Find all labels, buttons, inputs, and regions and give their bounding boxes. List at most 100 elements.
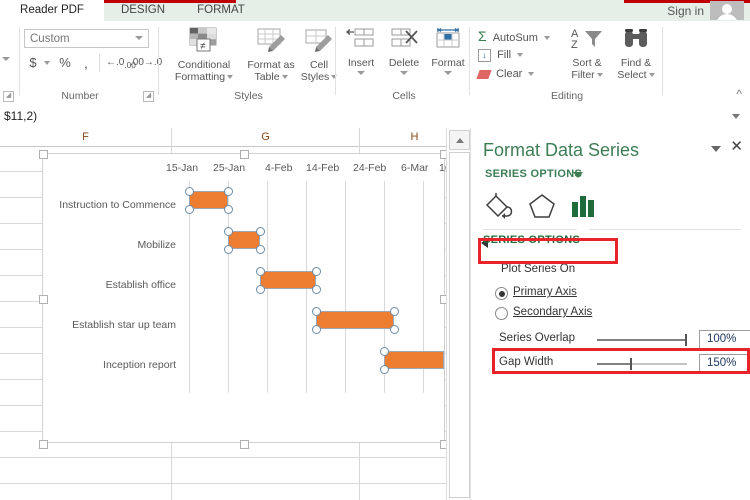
- decrease-decimal-button[interactable]: ←.0.00: [106, 53, 136, 73]
- series-handle[interactable]: [312, 325, 321, 334]
- number-format-prev-caret-icon[interactable]: [2, 57, 10, 61]
- radio-secondary-axis[interactable]: Secondary Axis: [495, 306, 592, 320]
- grid-row[interactable]: [0, 458, 470, 484]
- series-handle[interactable]: [312, 285, 321, 294]
- fill-button[interactable]: ↓ Fill: [478, 47, 524, 64]
- formula-bar[interactable]: $11,2): [0, 105, 750, 129]
- ribbon-group-cells: Insert Delete Format Cells: [337, 21, 471, 105]
- series-handle[interactable]: [224, 187, 233, 196]
- radio-indicator[interactable]: [495, 287, 508, 300]
- format-cells-label: Format: [431, 57, 465, 69]
- prev-group-dialog-launcher[interactable]: ◢: [3, 91, 14, 102]
- gantt-bar[interactable]: [316, 311, 394, 329]
- chart-resize-handle-s[interactable]: [240, 440, 249, 449]
- chevron-down-icon: [135, 36, 143, 40]
- insert-cells-icon: [341, 27, 381, 54]
- insert-cells-button[interactable]: Insert: [341, 27, 381, 75]
- format-as-table-button[interactable]: Format as Table: [243, 27, 299, 83]
- highlight-box-series-options: [478, 238, 618, 264]
- worksheet-grid[interactable]: F G H 15-Jan 25-Jan 4-Feb 14-Feb 24-Feb …: [0, 128, 470, 500]
- gantt-bar[interactable]: [228, 231, 260, 249]
- comma-format-button[interactable]: ,: [78, 53, 94, 73]
- series-handle[interactable]: [224, 205, 233, 214]
- pane-close-icon[interactable]: ✕: [730, 139, 743, 154]
- gantt-bar[interactable]: [260, 271, 316, 289]
- gantt-bar[interactable]: [384, 351, 444, 369]
- increase-decimal-button[interactable]: .00→.0: [130, 53, 162, 73]
- series-handle[interactable]: [390, 325, 399, 334]
- group-label-cells: Cells: [392, 90, 416, 102]
- conditional-formatting-button[interactable]: ≠ Conditional Formatting: [167, 27, 241, 83]
- chart-plot-area[interactable]: 15-Jan 25-Jan 4-Feb 14-Feb 24-Feb 6-Mar …: [43, 154, 470, 444]
- series-handle[interactable]: [380, 347, 389, 356]
- pane-subtitle[interactable]: SERIES OPTIONS: [485, 168, 582, 180]
- chevron-down-icon: [281, 75, 288, 80]
- user-avatar-icon[interactable]: [710, 1, 744, 20]
- chevron-down-icon: [227, 75, 234, 80]
- insert-cells-label: Insert: [347, 57, 375, 69]
- series-handle[interactable]: [256, 245, 265, 254]
- series-overlap-spinner[interactable]: 100%: [699, 330, 750, 350]
- column-header-f[interactable]: F: [0, 128, 172, 146]
- vertical-scrollbar[interactable]: [446, 128, 470, 500]
- gantt-chart-object[interactable]: 15-Jan 25-Jan 4-Feb 14-Feb 24-Feb 6-Mar …: [39, 150, 470, 449]
- sort-and-filter-button[interactable]: A Z Sort & Filter: [564, 27, 610, 81]
- slider-knob[interactable]: [685, 334, 687, 346]
- tab-reader-pdf[interactable]: Reader PDF: [0, 0, 104, 21]
- series-handle[interactable]: [256, 285, 265, 294]
- number-dialog-launcher[interactable]: ◢: [143, 91, 154, 102]
- series-handle[interactable]: [185, 187, 194, 196]
- avatar-body: [716, 14, 738, 20]
- currency-caret-icon[interactable]: [44, 61, 50, 65]
- series-handle[interactable]: [224, 245, 233, 254]
- series-handle[interactable]: [256, 267, 265, 276]
- sort-filter-label: Sort &: [572, 57, 602, 69]
- chart-resize-handle-nw[interactable]: [39, 150, 48, 159]
- scroll-up-arrow-icon[interactable]: [449, 130, 470, 150]
- format-as-table-label2: Table: [254, 71, 280, 83]
- delete-cells-label: Delete: [388, 57, 420, 69]
- format-cells-button[interactable]: Format: [427, 27, 469, 75]
- scrollbar-thumb[interactable]: [449, 152, 470, 498]
- series-handle[interactable]: [312, 267, 321, 276]
- series-handle[interactable]: [380, 365, 389, 374]
- category-label: Inception report: [103, 359, 176, 371]
- currency-format-button[interactable]: $: [24, 53, 42, 73]
- find-and-select-button[interactable]: Find & Select: [610, 27, 662, 81]
- chart-resize-handle-n[interactable]: [240, 150, 249, 159]
- series-overlap-value[interactable]: 100%: [707, 333, 736, 345]
- format-data-series-pane: Format Data Series ✕ SERIES OPTIONS SERI…: [470, 128, 750, 500]
- series-handle[interactable]: [185, 205, 194, 214]
- series-options-icon[interactable]: [567, 192, 603, 222]
- fill-and-line-icon[interactable]: [483, 192, 519, 222]
- series-handle[interactable]: [256, 227, 265, 236]
- radio-indicator[interactable]: [495, 307, 508, 320]
- tab-format[interactable]: FORMAT: [182, 0, 260, 21]
- column-header-g[interactable]: G: [172, 128, 360, 146]
- number-format-dropdown[interactable]: Custom: [24, 29, 149, 48]
- sign-in-link[interactable]: Sign in: [667, 2, 704, 20]
- series-handle[interactable]: [312, 307, 321, 316]
- group-separator: [158, 27, 159, 95]
- grid-row[interactable]: [0, 484, 470, 500]
- collapse-ribbon-button[interactable]: ^: [736, 87, 742, 101]
- effects-icon[interactable]: [525, 192, 561, 222]
- pane-minimize-icon[interactable]: [711, 146, 721, 152]
- tab-design[interactable]: DESIGN: [104, 0, 182, 21]
- number-format-value: Custom: [30, 33, 70, 45]
- clear-button[interactable]: Clear: [476, 66, 535, 83]
- chevron-down-icon[interactable]: [573, 172, 583, 178]
- cell-styles-button[interactable]: Cell Styles: [299, 27, 339, 83]
- formula-input[interactable]: $11,2): [4, 109, 37, 123]
- expand-formula-bar-icon[interactable]: [732, 114, 740, 119]
- series-handle[interactable]: [224, 227, 233, 236]
- percent-format-button[interactable]: %: [56, 53, 74, 73]
- series-handle[interactable]: [390, 307, 399, 316]
- delete-cells-button[interactable]: Delete: [383, 27, 425, 75]
- chart-resize-handle-sw[interactable]: [39, 440, 48, 449]
- chart-resize-handle-w[interactable]: [39, 295, 48, 304]
- series-overlap-slider[interactable]: [597, 334, 687, 346]
- radio-primary-axis[interactable]: Primary Axis: [495, 286, 577, 300]
- gantt-bar[interactable]: [189, 191, 228, 209]
- autosum-button[interactable]: Σ AutoSum: [478, 28, 551, 45]
